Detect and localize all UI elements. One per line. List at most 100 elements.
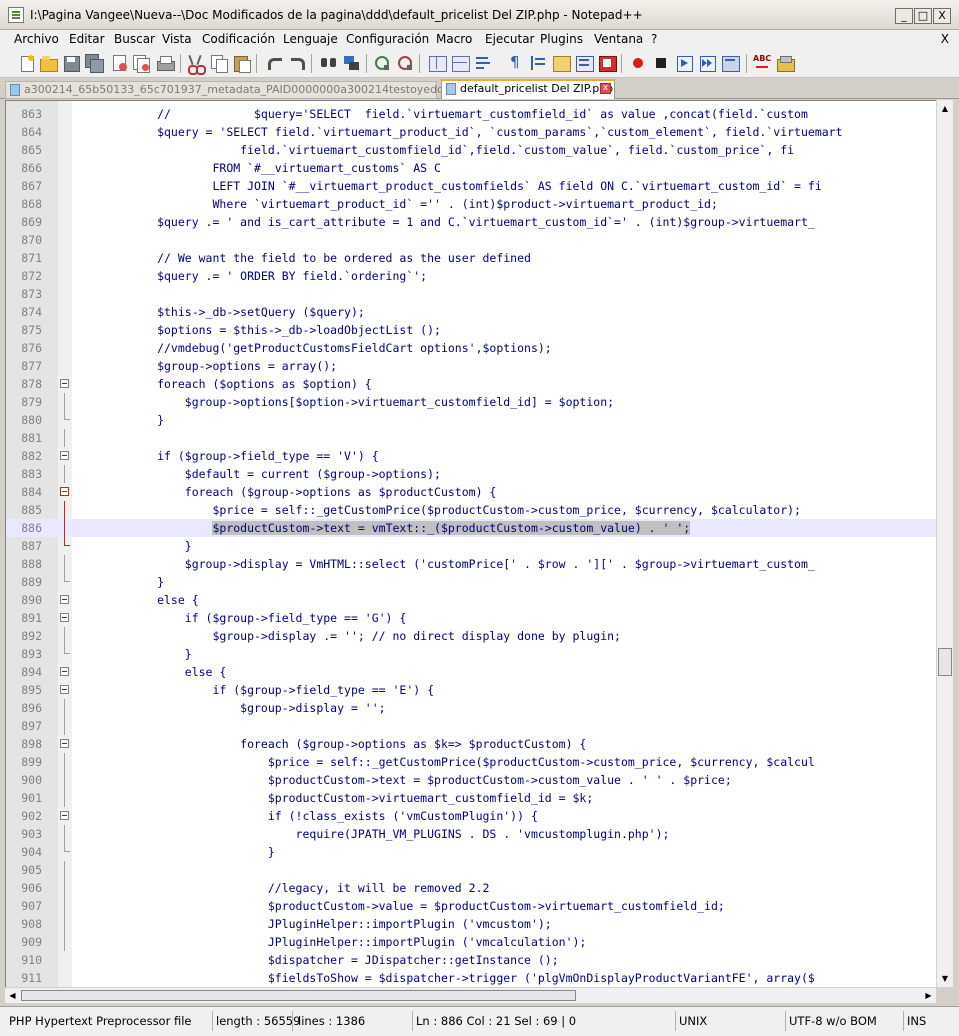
menu-ventana[interactable]: Ventana bbox=[594, 32, 643, 46]
fold-toggle-icon[interactable] bbox=[60, 379, 69, 388]
code-line[interactable]: 869 $query .= ' and is_cart_attribute = … bbox=[6, 213, 936, 231]
horizontal-scrollbar[interactable]: ◀ ▶ bbox=[5, 987, 936, 1003]
code-line[interactable]: 891 if ($group->field_type == 'G') { bbox=[6, 609, 936, 627]
code-line[interactable]: 906 //legacy, it will be removed 2.2 bbox=[6, 879, 936, 897]
record-macro-icon[interactable] bbox=[629, 54, 647, 72]
scroll-up-icon[interactable]: ▲ bbox=[938, 101, 952, 116]
code-line[interactable]: 892 $group->display .= ''; // no direct … bbox=[6, 627, 936, 645]
undo-icon[interactable] bbox=[265, 54, 283, 72]
horizontal-scroll-thumb[interactable] bbox=[21, 990, 576, 1001]
code-line[interactable]: 865 field.`virtuemart_customfield_id`,fi… bbox=[6, 141, 936, 159]
code-line[interactable]: 883 $default = current ($group->options)… bbox=[6, 465, 936, 483]
fold-toggle-icon[interactable] bbox=[60, 667, 69, 676]
code-line[interactable]: 893 } bbox=[6, 645, 936, 663]
fold-toggle-icon[interactable] bbox=[60, 451, 69, 460]
tab-default-pricelist[interactable]: default_pricelist Del ZIP.php x bbox=[441, 79, 615, 99]
code-line[interactable]: 884 foreach ($group->options as $product… bbox=[6, 483, 936, 501]
find-icon[interactable] bbox=[320, 54, 338, 72]
menu-buscar[interactable]: Buscar bbox=[114, 32, 155, 46]
code-line[interactable]: 911 $fieldsToShow = $dispatcher->trigger… bbox=[6, 969, 936, 987]
code-line[interactable]: 897 bbox=[6, 717, 936, 735]
code-line[interactable]: 900 $productCustom->text = $productCusto… bbox=[6, 771, 936, 789]
sync-v-icon[interactable] bbox=[428, 54, 447, 72]
vertical-scrollbar[interactable]: ▲ ▼ bbox=[936, 100, 953, 987]
code-line[interactable]: 864 $query = 'SELECT field.`virtuemart_p… bbox=[6, 123, 936, 141]
code-line[interactable]: 901 $productCustom->virtuemart_customfie… bbox=[6, 789, 936, 807]
menu-configuracion[interactable]: Configuración bbox=[346, 32, 429, 46]
close-window-button[interactable]: X bbox=[933, 8, 951, 24]
code-line[interactable]: 898 foreach ($group->options as $k=> $pr… bbox=[6, 735, 936, 753]
code-line[interactable]: 878 foreach ($options as $option) { bbox=[6, 375, 936, 393]
code-line[interactable]: 867 LEFT JOIN `#__virtuemart_product_cus… bbox=[6, 177, 936, 195]
zoom-in-icon[interactable] bbox=[373, 54, 391, 72]
fold-toggle-icon[interactable] bbox=[60, 811, 69, 820]
spellcheck-icon[interactable]: ABC bbox=[753, 54, 771, 72]
fold-toggle-icon[interactable] bbox=[60, 685, 69, 694]
code-line[interactable]: 874 $this->_db->setQuery ($query); bbox=[6, 303, 936, 321]
doc-map-icon[interactable] bbox=[552, 54, 571, 72]
sync-h-icon[interactable] bbox=[451, 54, 470, 72]
folder-workspace-icon[interactable] bbox=[598, 54, 617, 72]
code-line[interactable]: 895 if ($group->field_type == 'E') { bbox=[6, 681, 936, 699]
code-line[interactable]: 902 if (!class_exists ('vmCustomPlugin')… bbox=[6, 807, 936, 825]
notepadpp-app-icon[interactable] bbox=[8, 7, 24, 23]
fold-toggle-icon[interactable] bbox=[60, 595, 69, 604]
fold-toggle-icon[interactable] bbox=[60, 739, 69, 748]
close-document-button[interactable]: X bbox=[941, 32, 949, 46]
fold-toggle-icon[interactable] bbox=[60, 487, 69, 496]
menu-codificacion[interactable]: Codificación bbox=[202, 32, 275, 46]
maximize-button[interactable]: □ bbox=[914, 8, 932, 24]
save-icon[interactable] bbox=[62, 54, 80, 72]
open-icon[interactable] bbox=[39, 54, 58, 72]
code-line[interactable]: 879 $group->options[$option->virtuemart_… bbox=[6, 393, 936, 411]
indent-guide-icon[interactable] bbox=[529, 54, 547, 72]
code-line[interactable]: 904 } bbox=[6, 843, 936, 861]
menu-ejecutar[interactable]: Ejecutar bbox=[485, 32, 535, 46]
code-line[interactable]: 905 bbox=[6, 861, 936, 879]
code-line[interactable]: 873 bbox=[6, 285, 936, 303]
minimize-button[interactable]: _ bbox=[895, 8, 913, 24]
code-line[interactable]: 880 } bbox=[6, 411, 936, 429]
close-icon[interactable] bbox=[110, 54, 128, 72]
code-line[interactable]: 896 $group->display = ''; bbox=[6, 699, 936, 717]
code-line[interactable]: 881 bbox=[6, 429, 936, 447]
save-all-icon[interactable] bbox=[85, 54, 104, 73]
new-icon[interactable] bbox=[18, 54, 36, 72]
menu-vista[interactable]: Vista bbox=[162, 32, 192, 46]
code-line[interactable]: 872 $query .= ' ORDER BY field.`ordering… bbox=[6, 267, 936, 285]
code-line[interactable]: 875 $options = $this->_db->loadObjectLis… bbox=[6, 321, 936, 339]
close-all-icon[interactable] bbox=[132, 54, 150, 73]
code-line[interactable]: 908 JPluginHelper::importPlugin ('vmcust… bbox=[6, 915, 936, 933]
vertical-scroll-thumb[interactable] bbox=[938, 648, 952, 676]
code-line[interactable]: 871 // We want the field to be ordered a… bbox=[6, 249, 936, 267]
scroll-right-icon[interactable]: ▶ bbox=[921, 988, 936, 1003]
play-macro-icon[interactable] bbox=[675, 54, 693, 72]
code-line[interactable]: 866 FROM `#__virtuemart_customs` AS C bbox=[6, 159, 936, 177]
code-line[interactable]: 886 $productCustom->text = vmText::_($pr… bbox=[6, 519, 936, 537]
show-all-chars-icon[interactable]: ¶ bbox=[506, 54, 524, 72]
menu-archivo[interactable]: Archivo bbox=[14, 32, 59, 46]
paste-icon[interactable] bbox=[233, 54, 251, 73]
code-line[interactable]: 863 // $query='SELECT field.`virtuemart_… bbox=[6, 105, 936, 123]
menu-lenguaje[interactable]: Lenguaje bbox=[283, 32, 338, 46]
copy-icon[interactable] bbox=[210, 54, 228, 73]
code-line[interactable]: 888 $group->display = VmHTML::select ('c… bbox=[6, 555, 936, 573]
code-line[interactable]: 889 } bbox=[6, 573, 936, 591]
code-line[interactable]: 899 $price = self::_getCustomPrice($prod… bbox=[6, 753, 936, 771]
code-line[interactable]: 907 $productCustom->value = $productCust… bbox=[6, 897, 936, 915]
scroll-left-icon[interactable]: ◀ bbox=[5, 988, 20, 1003]
code-line[interactable]: 887 } bbox=[6, 537, 936, 555]
save-macro-icon[interactable] bbox=[721, 54, 740, 72]
code-line[interactable]: 868 Where `virtuemart_product_id` ='' . … bbox=[6, 195, 936, 213]
plugin-icon[interactable] bbox=[776, 54, 795, 72]
code-line[interactable]: 894 else { bbox=[6, 663, 936, 681]
replace-icon[interactable] bbox=[343, 54, 361, 72]
word-wrap-icon[interactable] bbox=[474, 54, 492, 72]
menu-plugins[interactable]: Plugins bbox=[540, 32, 583, 46]
menu-macro[interactable]: Macro bbox=[436, 32, 472, 46]
code-line[interactable]: 910 $dispatcher = JDispatcher::getInstan… bbox=[6, 951, 936, 969]
tab-metadata-xml[interactable]: a300214_65b50133_65c701937_metadata_PAID… bbox=[5, 81, 477, 99]
print-icon[interactable] bbox=[156, 54, 175, 72]
menu-help[interactable]: ? bbox=[651, 32, 657, 46]
redo-icon[interactable] bbox=[288, 54, 306, 72]
